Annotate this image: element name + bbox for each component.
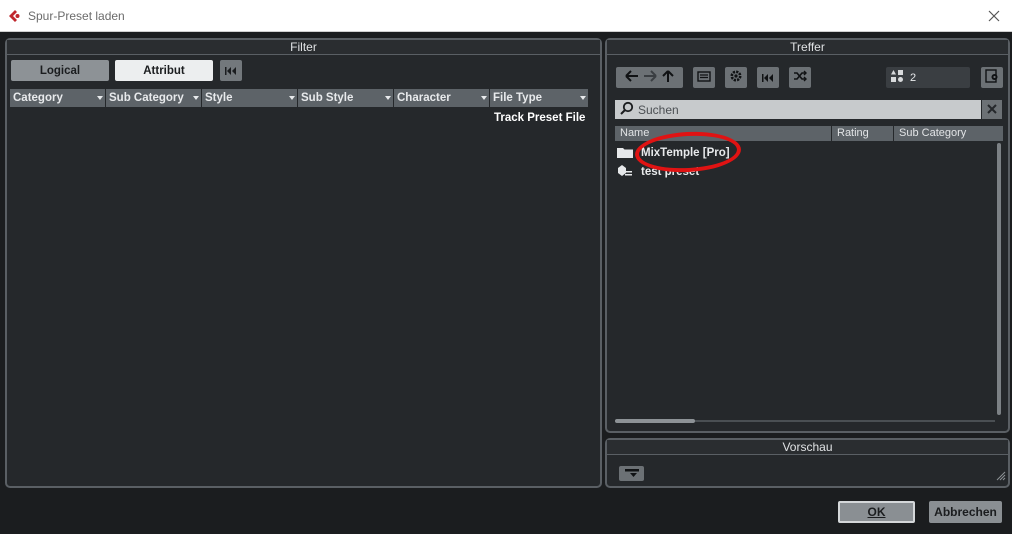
vorschau-panel: Vorschau (605, 438, 1010, 488)
file-type-value[interactable]: Track Preset File (494, 112, 585, 124)
reset-filter-button[interactable] (220, 60, 242, 81)
treffer-header: Treffer (607, 40, 1008, 55)
column-rating[interactable]: Rating (832, 126, 893, 141)
shuffle-button[interactable] (789, 67, 811, 88)
reset-results-button[interactable] (757, 67, 779, 88)
column-style[interactable]: Style (202, 89, 297, 107)
cancel-button[interactable]: Abbrechen (929, 501, 1002, 523)
arrow-left-icon[interactable] (624, 69, 642, 86)
filter-panel: Filter Logical Attribut Category Sub Cat… (5, 38, 602, 488)
column-sub-category[interactable]: Sub Category (106, 89, 201, 107)
cubase-logo-icon (8, 9, 22, 23)
dropdown-caret-icon (97, 96, 103, 100)
vorschau-header: Vorschau (607, 440, 1008, 455)
close-icon[interactable] (984, 6, 1004, 26)
options-button[interactable] (981, 67, 1003, 88)
dropdown-caret-icon (580, 96, 586, 100)
preview-icon (624, 467, 639, 481)
skip-back-icon (225, 64, 237, 78)
gear-icon (729, 69, 743, 86)
shuffle-icon (793, 70, 807, 85)
skip-back-icon (762, 71, 774, 85)
search-icon (620, 101, 634, 118)
dropdown-caret-icon (193, 96, 199, 100)
column-sub-category[interactable]: Sub Category (894, 126, 1003, 141)
search-input[interactable] (638, 102, 968, 117)
treffer-panel: Treffer 2 Name Rating Sub Category MixTe… (605, 38, 1010, 433)
title-bar: Spur-Preset laden (0, 0, 1012, 32)
horizontal-scrollbar[interactable] (615, 419, 695, 423)
ok-button[interactable]: OK (838, 501, 915, 523)
search-clear-button[interactable] (982, 100, 1002, 119)
column-sub-style[interactable]: Sub Style (298, 89, 393, 107)
settings-button[interactable] (725, 67, 747, 88)
arrow-up-icon[interactable] (660, 69, 676, 86)
arrow-right-icon[interactable] (642, 69, 660, 86)
filter-header: Filter (7, 40, 600, 55)
attribut-mode-button[interactable]: Attribut (115, 60, 213, 81)
column-category[interactable]: Category (10, 89, 105, 107)
dropdown-caret-icon (289, 96, 295, 100)
result-count-box: 2 (886, 67, 970, 88)
logical-mode-button[interactable]: Logical (11, 60, 109, 81)
folder-browse-icon (697, 70, 711, 85)
preview-toggle-button[interactable] (619, 466, 644, 481)
result-count: 2 (910, 71, 917, 84)
export-settings-icon (985, 69, 999, 86)
column-character[interactable]: Character (394, 89, 489, 107)
navigation-button-group[interactable] (616, 67, 683, 88)
resize-grip-icon[interactable] (996, 470, 1006, 484)
window-title: Spur-Preset laden (28, 8, 125, 23)
dropdown-caret-icon (385, 96, 391, 100)
close-icon (987, 103, 997, 117)
folder-icon (617, 146, 633, 161)
search-bar (615, 100, 981, 119)
view-grid-icon[interactable] (890, 69, 904, 86)
vertical-scrollbar[interactable] (997, 143, 1001, 415)
dropdown-caret-icon (481, 96, 487, 100)
preset-icon (617, 164, 633, 181)
column-file-type[interactable]: File Type (490, 89, 588, 107)
browse-folder-button[interactable] (693, 67, 715, 88)
filter-column-headers: Category Sub Category Style Sub Style Ch… (10, 89, 589, 107)
